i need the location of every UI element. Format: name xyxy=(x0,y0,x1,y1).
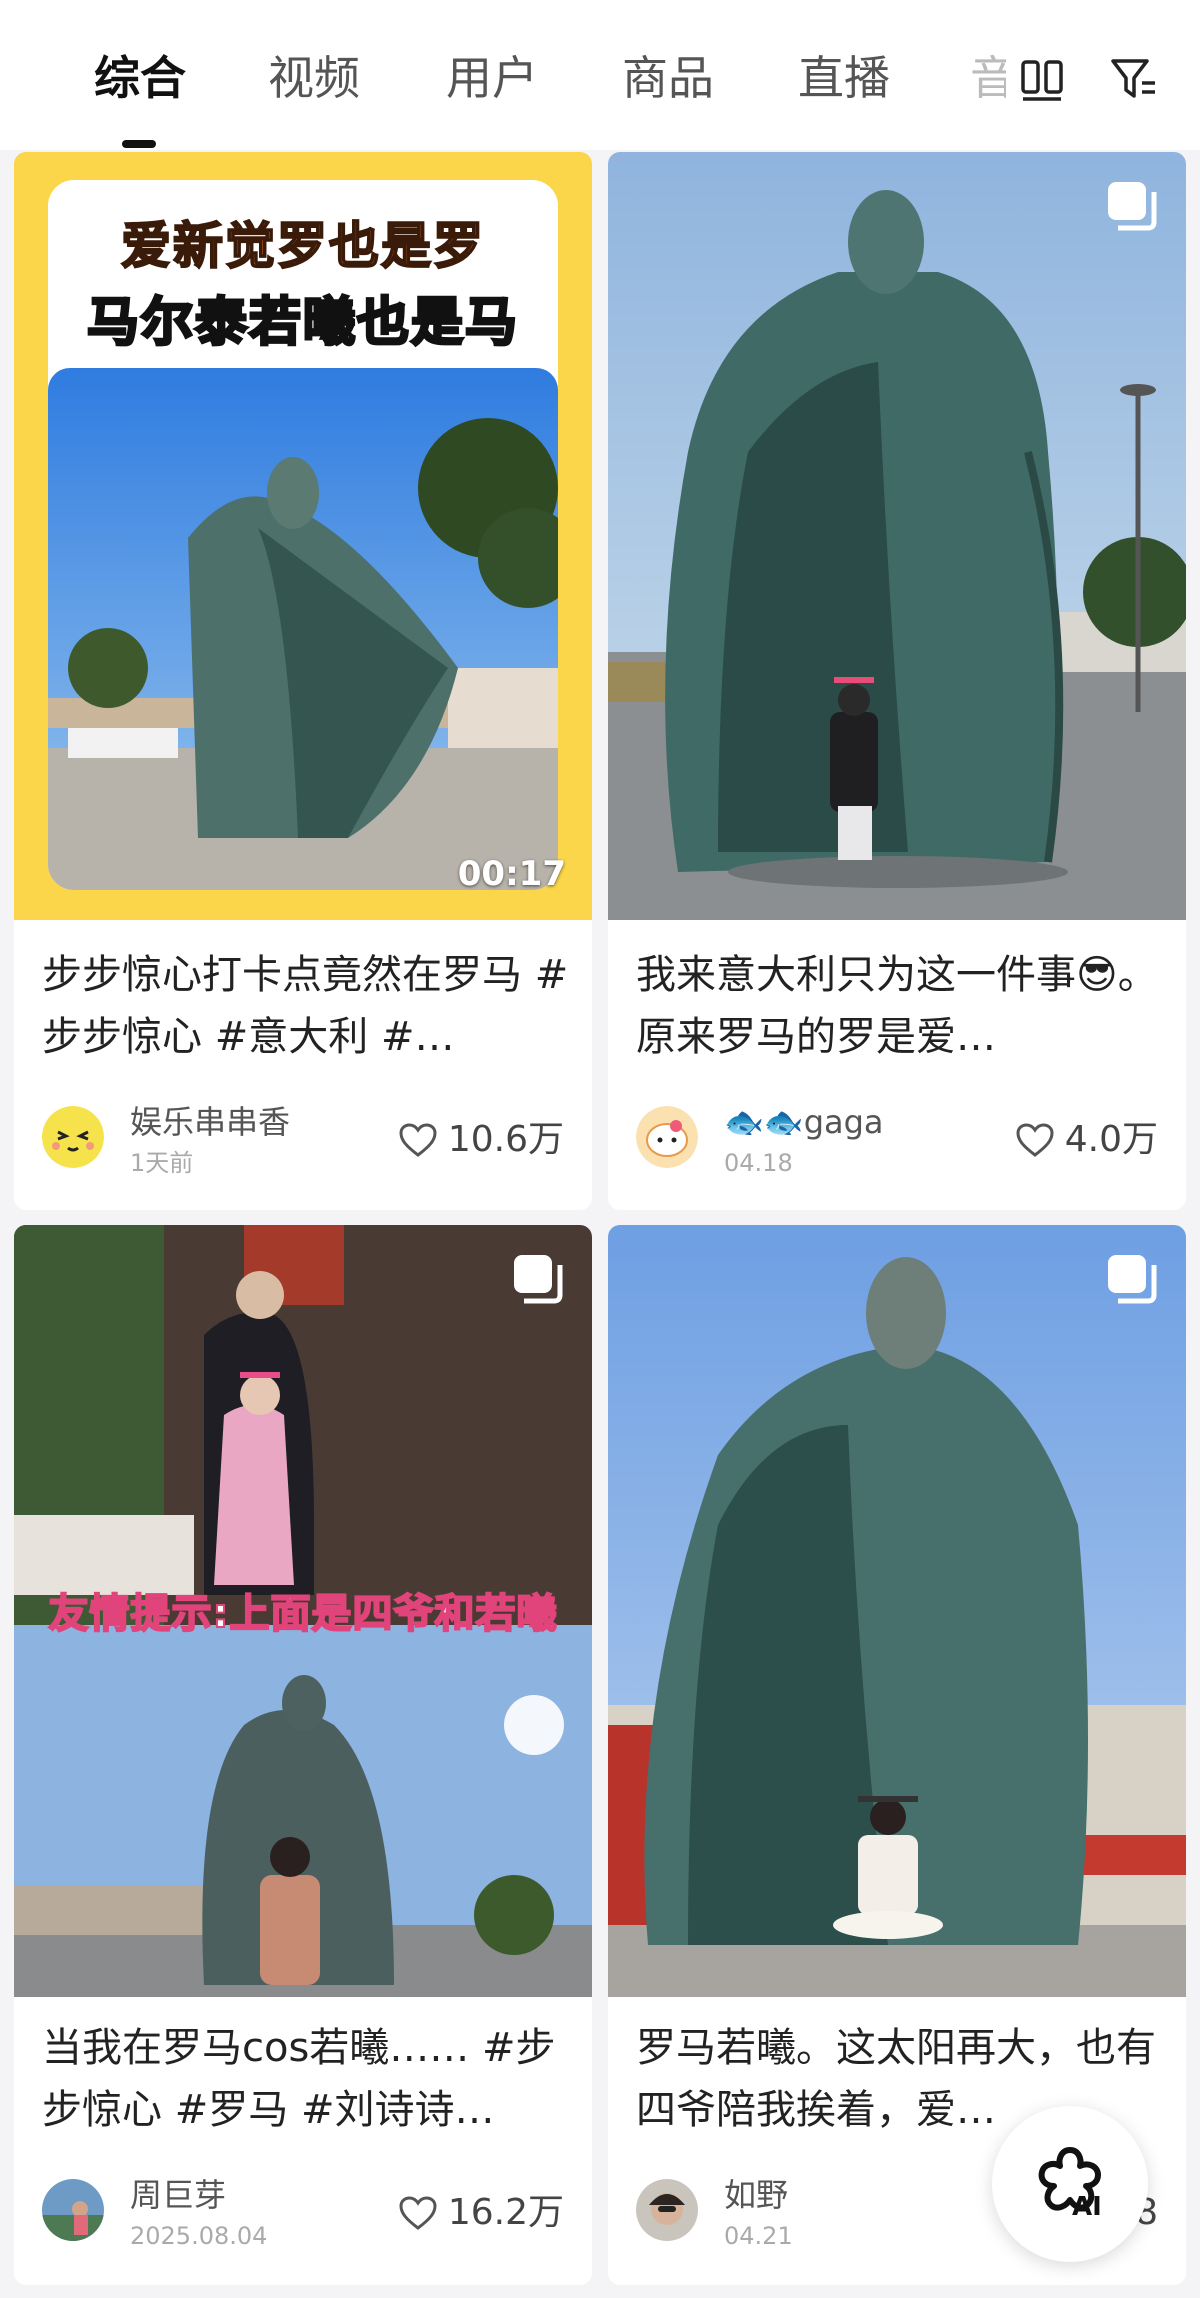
statue-photo xyxy=(608,1225,1186,1997)
multi-image-icon xyxy=(1108,1255,1157,1304)
multi-image-icon xyxy=(514,1255,563,1304)
feed-card[interactable]: 爱新觉罗也是罗 马尔泰若曦也是马 00:17 步步惊心打卡点竟然在罗马 #步步惊… xyxy=(14,152,592,1210)
post-title[interactable]: 我来意大利只为这一件事😎。原来罗马的罗是爱… xyxy=(636,944,1166,1068)
like-count[interactable]: 10.6万 xyxy=(398,1118,564,1162)
author-name[interactable]: 周巨芽 xyxy=(130,2175,226,2215)
post-thumbnail[interactable] xyxy=(608,1225,1186,1997)
post-date: 2025.08.04 xyxy=(130,2222,268,2250)
statue-photo xyxy=(48,368,558,890)
like-count-value: 16.2万 xyxy=(447,2192,564,2233)
active-tab-indicator xyxy=(122,140,156,148)
thumbnail-banner: 爱新觉罗也是罗 马尔泰若曦也是马 xyxy=(48,180,558,370)
ai-assistant-button[interactable]: AI xyxy=(992,2106,1148,2262)
post-date: 1天前 xyxy=(130,1149,194,1177)
multi-image-icon xyxy=(1108,182,1157,231)
ai-label: AI xyxy=(1072,2192,1102,2222)
post-thumbnail[interactable] xyxy=(608,152,1186,920)
author-name[interactable]: 🐟🐟gaga xyxy=(724,1102,884,1142)
tab-comprehensive[interactable]: 综合 xyxy=(94,48,186,108)
avatar[interactable] xyxy=(42,2179,104,2241)
thumbnail-inner: 爱新觉罗也是罗 马尔泰若曦也是马 xyxy=(48,180,558,890)
video-duration: 00:17 xyxy=(457,854,566,894)
banner-line-1: 爱新觉罗也是罗 xyxy=(120,216,485,276)
banner-line-2: 马尔泰若曦也是马 xyxy=(85,292,519,355)
heart-icon[interactable] xyxy=(398,2195,438,2231)
tab-live[interactable]: 直播 xyxy=(798,48,890,108)
author-name[interactable]: 如野 xyxy=(724,2175,788,2215)
post-date: 04.21 xyxy=(724,2222,793,2250)
filter-icon[interactable] xyxy=(1110,56,1158,102)
post-date: 04.18 xyxy=(724,1149,793,1177)
tab-video[interactable]: 视频 xyxy=(268,48,360,108)
heart-icon[interactable] xyxy=(1015,1122,1055,1158)
like-count-value: 4.0万 xyxy=(1064,1119,1158,1160)
post-title[interactable]: 步步惊心打卡点竟然在罗马 #步步惊心 #意大利 #… xyxy=(42,944,572,1068)
heart-icon[interactable] xyxy=(398,1122,438,1158)
tab-music[interactable]: 音 xyxy=(970,48,1006,108)
tab-users[interactable]: 用户 xyxy=(446,48,538,108)
author-name[interactable]: 娱乐串串香 xyxy=(130,1102,290,1142)
layout-toggle-icon[interactable] xyxy=(1020,58,1064,102)
post-thumbnail[interactable]: 友情提示:上面是四爷和若曦 xyxy=(14,1225,592,1997)
search-tab-bar: 综合 视频 用户 商品 直播 音 xyxy=(0,0,1200,150)
feed-card[interactable]: 友情提示:上面是四爷和若曦 当我在罗马cos若曦…… #步步惊心 #罗马 #刘诗… xyxy=(14,1225,592,2285)
like-count[interactable]: 4.0万 xyxy=(1015,1118,1158,1162)
video-thumbnail[interactable]: 爱新觉罗也是罗 马尔泰若曦也是马 00:17 xyxy=(14,152,592,920)
photo-caption: 友情提示:上面是四爷和若曦 xyxy=(48,1590,558,1638)
avatar[interactable] xyxy=(636,2179,698,2241)
like-count-value: 10.6万 xyxy=(447,1119,564,1160)
statue-photo xyxy=(608,152,1186,920)
tab-products[interactable]: 商品 xyxy=(622,48,714,108)
like-count[interactable]: 16.2万 xyxy=(398,2191,564,2235)
feed-card[interactable]: 我来意大利只为这一件事😎。原来罗马的罗是爱… 🐟🐟gaga 04.18 4.0万 xyxy=(608,152,1186,1210)
avatar[interactable] xyxy=(636,1106,698,1168)
avatar[interactable] xyxy=(42,1106,104,1168)
post-title[interactable]: 当我在罗马cos若曦…… #步步惊心 #罗马 #刘诗诗… xyxy=(42,2017,572,2141)
